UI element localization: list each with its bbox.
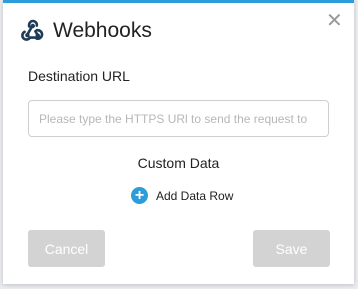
webhooks-logo-icon [21, 19, 44, 41]
plus-circle-icon: + [131, 187, 148, 204]
destination-url-input[interactable] [28, 100, 329, 137]
dialog-header: Webhooks [19, 17, 152, 45]
cancel-button[interactable]: Cancel [28, 230, 105, 267]
destination-url-label: Destination URL [28, 68, 130, 84]
add-data-row-button[interactable]: + Add Data Row [131, 187, 233, 204]
dialog-title: Webhooks [53, 19, 152, 42]
save-button[interactable]: Save [253, 230, 330, 267]
custom-data-title: Custom Data [137, 155, 220, 171]
webhooks-dialog: Webhooks ✕ Destination URL Custom Data +… [3, 0, 354, 284]
add-data-row-label: Add Data Row [156, 188, 234, 203]
close-icon[interactable]: ✕ [326, 11, 343, 31]
